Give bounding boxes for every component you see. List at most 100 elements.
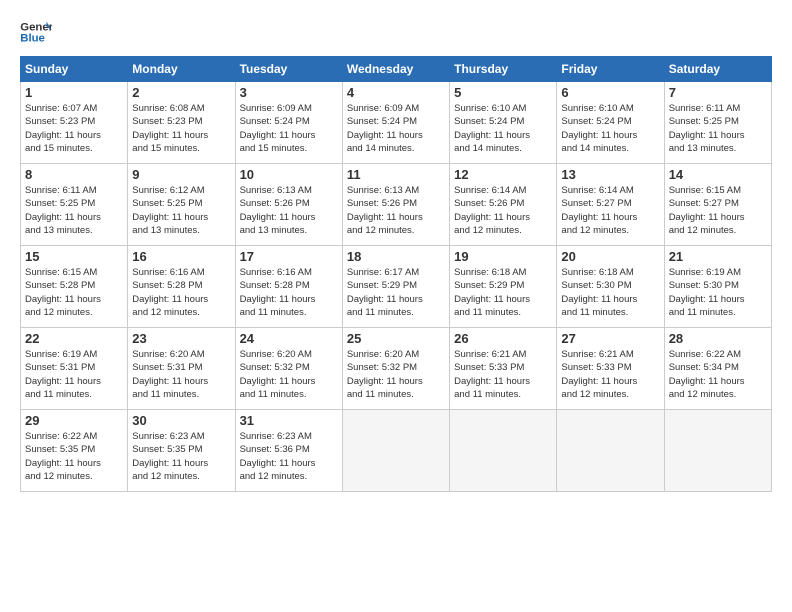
day-cell: 20 Sunrise: 6:18 AMSunset: 5:30 PMDayligh… (557, 246, 664, 328)
day-info: Sunrise: 6:20 AMSunset: 5:32 PMDaylight:… (347, 348, 445, 401)
day-cell: 23Sunrise: 6:20 AMSunset: 5:31 PMDayligh… (128, 328, 235, 410)
page: General Blue SundayMondayTuesdayWednesda… (0, 0, 792, 502)
day-cell: 25 Sunrise: 6:20 AMSunset: 5:32 PMDayligh… (342, 328, 449, 410)
calendar-table: SundayMondayTuesdayWednesdayThursdayFrid… (20, 56, 772, 492)
day-number: 27 (561, 331, 659, 346)
logo: General Blue (20, 18, 52, 46)
day-cell: 14 Sunrise: 6:15 AMSunset: 5:27 PMDayligh… (664, 164, 771, 246)
day-info: Sunrise: 6:11 AMSunset: 5:25 PMDaylight:… (25, 184, 123, 237)
day-info: Sunrise: 6:20 AMSunset: 5:32 PMDaylight:… (240, 348, 338, 401)
day-cell: 26Sunrise: 6:21 AMSunset: 5:33 PMDayligh… (450, 328, 557, 410)
day-cell: 16 Sunrise: 6:16 AMSunset: 5:28 PMDayligh… (128, 246, 235, 328)
day-cell: 12 Sunrise: 6:14 AMSunset: 5:26 PMDayligh… (450, 164, 557, 246)
day-info: Sunrise: 6:13 AMSunset: 5:26 PMDaylight:… (240, 184, 338, 237)
day-cell: 24 Sunrise: 6:20 AMSunset: 5:32 PMDayligh… (235, 328, 342, 410)
day-info: Sunrise: 6:09 AMSunset: 5:24 PMDaylight:… (347, 102, 445, 155)
day-info: Sunrise: 6:14 AMSunset: 5:26 PMDaylight:… (454, 184, 552, 237)
day-cell: 22Sunrise: 6:19 AMSunset: 5:31 PMDayligh… (21, 328, 128, 410)
header-cell-tuesday: Tuesday (235, 57, 342, 82)
day-info: Sunrise: 6:09 AMSunset: 5:24 PMDaylight:… (240, 102, 338, 155)
day-cell: 21 Sunrise: 6:19 AMSunset: 5:30 PMDayligh… (664, 246, 771, 328)
day-cell: 7 Sunrise: 6:11 AMSunset: 5:25 PMDaylight… (664, 82, 771, 164)
header-cell-monday: Monday (128, 57, 235, 82)
day-info: Sunrise: 6:08 AMSunset: 5:23 PMDaylight:… (132, 102, 230, 155)
day-cell: 6 Sunrise: 6:10 AMSunset: 5:24 PMDaylight… (557, 82, 664, 164)
day-info: Sunrise: 6:13 AMSunset: 5:26 PMDaylight:… (347, 184, 445, 237)
day-cell: 17 Sunrise: 6:16 AMSunset: 5:28 PMDayligh… (235, 246, 342, 328)
week-row-4: 22Sunrise: 6:19 AMSunset: 5:31 PMDayligh… (21, 328, 772, 410)
day-info: Sunrise: 6:15 AMSunset: 5:27 PMDaylight:… (669, 184, 767, 237)
day-cell: 18 Sunrise: 6:17 AMSunset: 5:29 PMDayligh… (342, 246, 449, 328)
day-number: 8 (25, 167, 123, 182)
day-cell: 13 Sunrise: 6:14 AMSunset: 5:27 PMDayligh… (557, 164, 664, 246)
day-cell: 8 Sunrise: 6:11 AMSunset: 5:25 PMDaylight… (21, 164, 128, 246)
header-row: SundayMondayTuesdayWednesdayThursdayFrid… (21, 57, 772, 82)
day-cell: 3 Sunrise: 6:09 AMSunset: 5:24 PMDaylight… (235, 82, 342, 164)
day-number: 30 (132, 413, 230, 428)
day-number: 5 (454, 85, 552, 100)
day-number: 9 (132, 167, 230, 182)
day-info: Sunrise: 6:14 AMSunset: 5:27 PMDaylight:… (561, 184, 659, 237)
day-number: 3 (240, 85, 338, 100)
day-number: 17 (240, 249, 338, 264)
week-row-5: 29 Sunrise: 6:22 AMSunset: 5:35 PMDayligh… (21, 410, 772, 492)
day-cell: 2Sunrise: 6:08 AMSunset: 5:23 PMDaylight… (128, 82, 235, 164)
week-row-2: 8 Sunrise: 6:11 AMSunset: 5:25 PMDaylight… (21, 164, 772, 246)
day-number: 31 (240, 413, 338, 428)
day-number: 19 (454, 249, 552, 264)
day-info: Sunrise: 6:18 AMSunset: 5:30 PMDaylight:… (561, 266, 659, 319)
day-number: 20 (561, 249, 659, 264)
day-info: Sunrise: 6:17 AMSunset: 5:29 PMDaylight:… (347, 266, 445, 319)
day-cell (450, 410, 557, 492)
day-number: 14 (669, 167, 767, 182)
day-info: Sunrise: 6:19 AMSunset: 5:30 PMDaylight:… (669, 266, 767, 319)
header: General Blue (20, 18, 772, 46)
day-info: Sunrise: 6:10 AMSunset: 5:24 PMDaylight:… (561, 102, 659, 155)
day-number: 29 (25, 413, 123, 428)
day-cell (664, 410, 771, 492)
day-info: Sunrise: 6:23 AMSunset: 5:36 PMDaylight:… (240, 430, 338, 483)
day-number: 10 (240, 167, 338, 182)
day-cell: 27 Sunrise: 6:21 AMSunset: 5:33 PMDayligh… (557, 328, 664, 410)
day-info: Sunrise: 6:12 AMSunset: 5:25 PMDaylight:… (132, 184, 230, 237)
day-info: Sunrise: 6:16 AMSunset: 5:28 PMDaylight:… (132, 266, 230, 319)
day-info: Sunrise: 6:11 AMSunset: 5:25 PMDaylight:… (669, 102, 767, 155)
day-info: Sunrise: 6:21 AMSunset: 5:33 PMDaylight:… (561, 348, 659, 401)
week-row-3: 15 Sunrise: 6:15 AMSunset: 5:28 PMDayligh… (21, 246, 772, 328)
day-info: Sunrise: 6:22 AMSunset: 5:35 PMDaylight:… (25, 430, 123, 483)
week-row-1: 1Sunrise: 6:07 AMSunset: 5:23 PMDaylight… (21, 82, 772, 164)
day-info: Sunrise: 6:20 AMSunset: 5:31 PMDaylight:… (132, 348, 230, 401)
day-info: Sunrise: 6:22 AMSunset: 5:34 PMDaylight:… (669, 348, 767, 401)
day-number: 21 (669, 249, 767, 264)
day-number: 6 (561, 85, 659, 100)
day-number: 11 (347, 167, 445, 182)
day-cell: 9 Sunrise: 6:12 AMSunset: 5:25 PMDaylight… (128, 164, 235, 246)
day-cell (342, 410, 449, 492)
day-number: 18 (347, 249, 445, 264)
svg-text:Blue: Blue (20, 33, 45, 45)
day-info: Sunrise: 6:16 AMSunset: 5:28 PMDaylight:… (240, 266, 338, 319)
day-cell: 31 Sunrise: 6:23 AMSunset: 5:36 PMDayligh… (235, 410, 342, 492)
day-cell: 29 Sunrise: 6:22 AMSunset: 5:35 PMDayligh… (21, 410, 128, 492)
day-info: Sunrise: 6:19 AMSunset: 5:31 PMDaylight:… (25, 348, 123, 401)
day-cell: 15 Sunrise: 6:15 AMSunset: 5:28 PMDayligh… (21, 246, 128, 328)
day-info: Sunrise: 6:15 AMSunset: 5:28 PMDaylight:… (25, 266, 123, 319)
day-number: 16 (132, 249, 230, 264)
day-cell: 4 Sunrise: 6:09 AMSunset: 5:24 PMDaylight… (342, 82, 449, 164)
logo-icon: General Blue (20, 18, 52, 46)
day-number: 15 (25, 249, 123, 264)
day-number: 7 (669, 85, 767, 100)
day-number: 4 (347, 85, 445, 100)
header-cell-thursday: Thursday (450, 57, 557, 82)
day-number: 26 (454, 331, 552, 346)
day-number: 12 (454, 167, 552, 182)
day-number: 13 (561, 167, 659, 182)
header-cell-friday: Friday (557, 57, 664, 82)
day-cell (557, 410, 664, 492)
day-number: 25 (347, 331, 445, 346)
day-number: 24 (240, 331, 338, 346)
day-cell: 30Sunrise: 6:23 AMSunset: 5:35 PMDayligh… (128, 410, 235, 492)
header-cell-sunday: Sunday (21, 57, 128, 82)
day-info: Sunrise: 6:07 AMSunset: 5:23 PMDaylight:… (25, 102, 123, 155)
day-number: 28 (669, 331, 767, 346)
